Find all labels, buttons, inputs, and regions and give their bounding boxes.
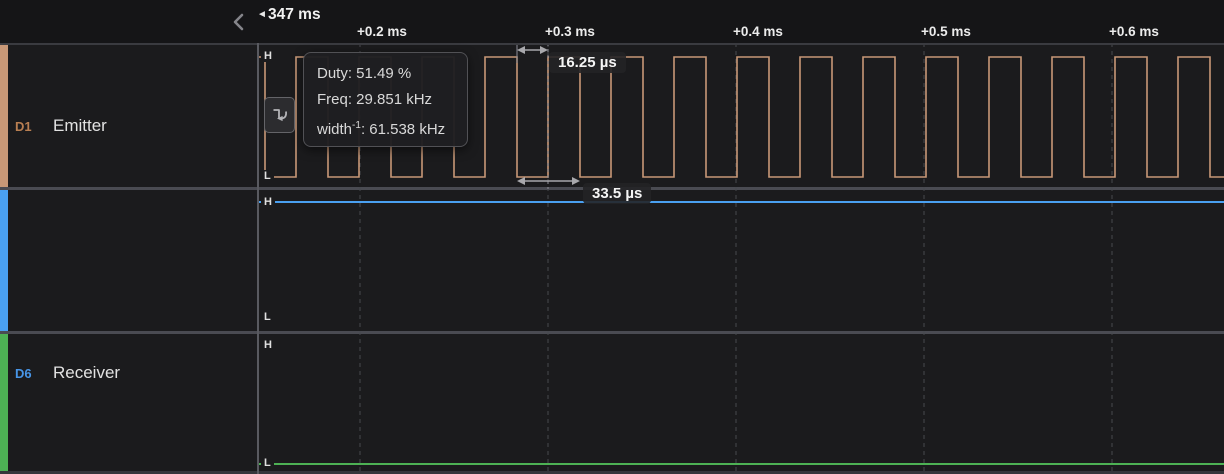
row-separator bbox=[0, 331, 1224, 334]
ruler-mark-label: +0.6 ms bbox=[1109, 24, 1159, 39]
channel-colorbar bbox=[0, 45, 8, 187]
channel-row-emitter[interactable]: D1 Emitter bbox=[0, 45, 257, 187]
measurement-tooltip: Duty: 51.49 % Freq: 29.851 kHz width-1: … bbox=[303, 52, 468, 147]
view-start-time: 347 ms bbox=[268, 6, 321, 24]
ruler-mark-label: +0.5 ms bbox=[921, 24, 971, 39]
tooltip-width-inverse: width-1: 61.538 kHz bbox=[317, 113, 467, 143]
level-label-high: H bbox=[261, 196, 275, 208]
level-label-low: L bbox=[261, 311, 274, 323]
level-label-high: H bbox=[261, 50, 275, 62]
channel-row-relay[interactable]: D5 Relay (door open) bbox=[0, 334, 257, 471]
channel-id: D1 bbox=[15, 119, 32, 134]
ruler-mark-label: +0.4 ms bbox=[733, 24, 783, 39]
level-label-low: L bbox=[261, 457, 274, 469]
ruler-mark-label: +0.2 ms bbox=[357, 24, 407, 39]
ruler-separator bbox=[0, 43, 1224, 45]
chevron-left-icon[interactable] bbox=[231, 12, 247, 32]
timeline-ruler[interactable] bbox=[0, 0, 1224, 43]
sidebar-waveform-divider bbox=[257, 43, 259, 474]
level-label-low: L bbox=[261, 170, 274, 182]
measurement-period-label: 33.5 µs bbox=[583, 183, 651, 204]
measurement-low-width-label: 16.25 µs bbox=[549, 52, 626, 73]
tooltip-freq: Freq: 29.851 kHz bbox=[317, 87, 467, 113]
channel-name: Emitter bbox=[53, 116, 107, 136]
channel-colorbar bbox=[0, 334, 8, 471]
previous-edge-icon bbox=[270, 105, 290, 125]
level-label-high: H bbox=[261, 339, 275, 351]
channel-row-receiver[interactable]: D6 Receiver bbox=[0, 190, 257, 331]
tooltip-duty: Duty: 51.49 % bbox=[317, 61, 467, 87]
previous-edge-button[interactable] bbox=[264, 97, 295, 133]
time-marker-icon: ◄ bbox=[257, 9, 267, 20]
logic-analyzer-app: ◄ 347 ms +0.2 ms +0.3 ms +0.4 ms +0.5 ms +0.… bbox=[0, 0, 1224, 474]
ruler-mark-label: +0.3 ms bbox=[545, 24, 595, 39]
channel-colorbar bbox=[0, 190, 8, 331]
